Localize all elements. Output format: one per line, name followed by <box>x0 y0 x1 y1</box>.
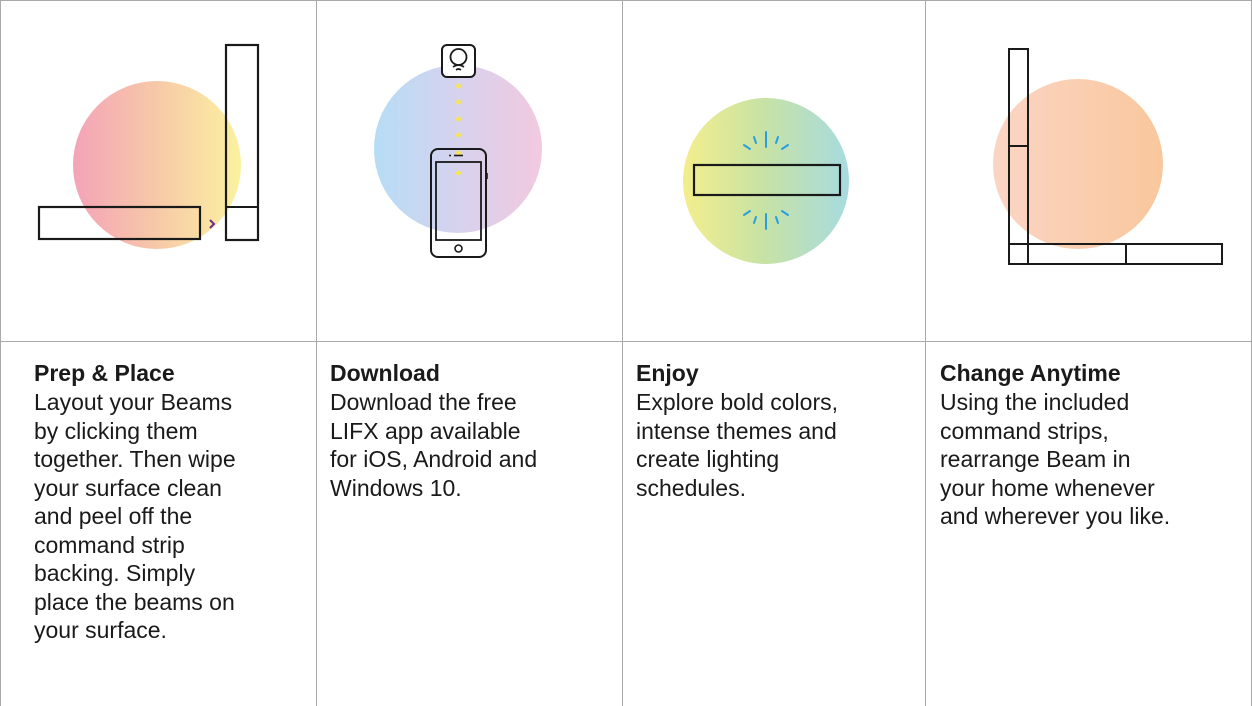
illustration-enjoy <box>623 1 925 341</box>
color-glow <box>683 98 849 264</box>
beams-click-together-illustration <box>37 43 260 249</box>
description-line: intense themes and <box>636 417 837 444</box>
color-glow <box>993 79 1163 249</box>
phone-download-illustration <box>374 44 542 258</box>
description-line: by clicking them <box>34 417 198 444</box>
step-change-anytime: Change Anytime Using the included comman… <box>926 342 1251 706</box>
illustration-change-anytime <box>926 1 1251 341</box>
description-line: together. Then wipe <box>34 446 236 472</box>
step-description: Using the included command strips, rearr… <box>940 388 1170 531</box>
color-glow <box>73 81 241 249</box>
description-line: command strip <box>34 531 185 558</box>
description-line: your surface clean <box>34 474 222 501</box>
description-line: and wherever you like. <box>940 503 1171 529</box>
description-line: rearrange Beam in <box>940 446 1131 472</box>
illustration-download <box>317 1 622 341</box>
illustration-prep-place <box>1 1 316 341</box>
beam-glow-illustration <box>683 98 849 264</box>
step-title: Prep & Place <box>34 360 175 386</box>
step-description: Download the free LIFX app available for… <box>330 388 537 502</box>
rearranged-beams-illustration <box>993 48 1223 265</box>
description-line: LIFX app available <box>330 417 521 444</box>
download-dot <box>456 170 461 176</box>
step-title: Download <box>330 360 440 386</box>
step-download: Download Download the free LIFX app avai… <box>316 342 622 706</box>
description-line: backing. Simply <box>34 560 196 586</box>
horizontal-beam <box>1008 243 1223 265</box>
description-line: command strips, <box>940 417 1109 444</box>
step-prep-place: Prep & Place Layout your Beams by clicki… <box>20 342 316 706</box>
step-enjoy: Enjoy Explore bold colors, intense theme… <box>622 342 925 706</box>
hub-icon <box>441 44 476 78</box>
step-description: Layout your Beams by clicking them toget… <box>34 388 236 645</box>
description-line: Windows 10. <box>330 474 462 501</box>
step-description: Explore bold colors, intense themes and … <box>636 388 838 502</box>
description-line: Download the free <box>330 389 517 415</box>
description-line: Using the included <box>940 389 1130 415</box>
description-line: your home whenever <box>940 474 1155 501</box>
description-line: place the beams on <box>34 588 235 615</box>
description-line: create lighting <box>636 446 780 472</box>
steps-grid: Prep & Place Layout your Beams by clicki… <box>0 0 1252 706</box>
step-title: Change Anytime <box>940 360 1121 386</box>
description-line: Explore bold colors, <box>636 389 838 415</box>
description-line: your surface. <box>34 617 167 643</box>
description-line: Layout your Beams <box>34 389 233 415</box>
step-title: Enjoy <box>636 360 699 386</box>
description-line: schedules. <box>636 474 746 501</box>
description-line: for iOS, Android and <box>330 446 538 472</box>
description-line: and peel off the <box>34 503 193 529</box>
